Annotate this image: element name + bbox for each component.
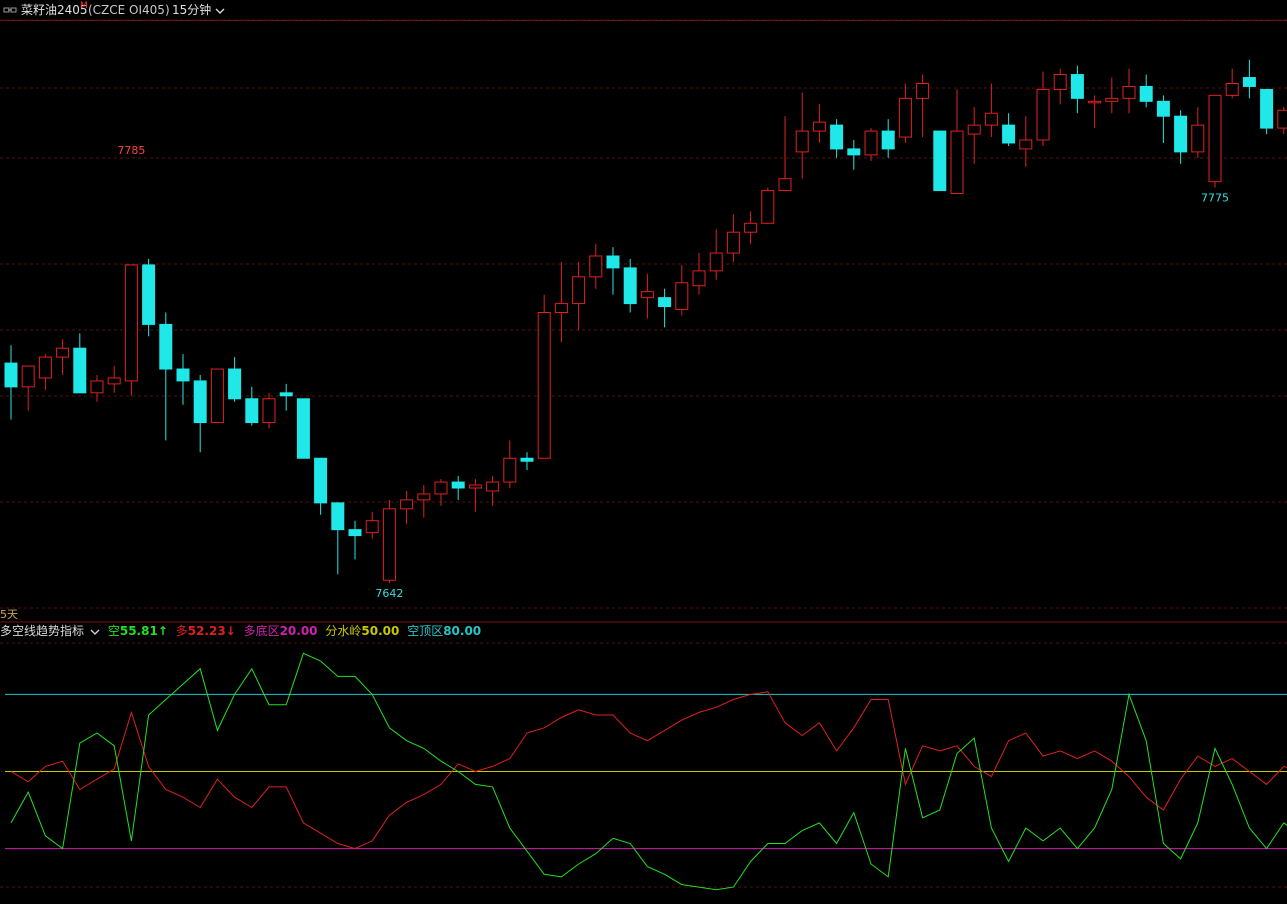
price-extreme-label: 7775 xyxy=(1201,192,1229,205)
candle-up xyxy=(589,255,603,278)
candle-down xyxy=(4,362,18,388)
candle-up xyxy=(434,481,448,495)
candle-up xyxy=(1105,97,1119,102)
candle-up xyxy=(744,222,758,233)
candle-up xyxy=(984,112,998,126)
candle-down xyxy=(658,297,672,308)
candlestick-series xyxy=(4,59,1287,584)
candle-up xyxy=(950,130,964,195)
candle-up xyxy=(572,276,586,305)
candle-up xyxy=(916,82,930,99)
candle-up xyxy=(726,231,740,254)
candle-down xyxy=(73,347,87,394)
candle-up xyxy=(417,493,431,501)
candle-up xyxy=(56,347,70,358)
candle-down xyxy=(142,264,156,325)
candle-up xyxy=(864,130,878,156)
candle-up xyxy=(795,130,809,153)
candle-down xyxy=(881,130,895,150)
candle-down xyxy=(520,457,534,462)
candle-up xyxy=(778,178,792,192)
kong-label: 空 xyxy=(107,624,120,638)
candle-up xyxy=(1225,82,1239,96)
bottom-zone-value: 20.00 xyxy=(279,624,318,638)
candle-up xyxy=(382,508,396,581)
candle-up xyxy=(21,365,35,388)
candle-down xyxy=(228,368,242,400)
candle-up xyxy=(554,303,568,314)
candle-up xyxy=(761,190,775,224)
candle-up xyxy=(537,312,551,459)
indicator-name[interactable]: 多空线趋势指标 xyxy=(0,624,100,638)
candle-down xyxy=(1174,115,1188,153)
price-extreme-label: 7642 xyxy=(375,587,403,600)
candle-up xyxy=(675,282,689,311)
candle-up xyxy=(262,398,276,424)
bottom-zone-label: 多底区 xyxy=(243,624,280,638)
kong-value: 55.81↑ xyxy=(119,624,168,638)
candle-up xyxy=(709,252,723,272)
candle-up xyxy=(1191,124,1205,153)
candle-down xyxy=(314,457,328,504)
duo-value: 52.23↓ xyxy=(187,624,236,638)
candle-up xyxy=(400,499,414,510)
mid-line-label: 分水岭 xyxy=(325,624,362,638)
candle-down xyxy=(1070,74,1084,99)
candle-down xyxy=(245,398,259,424)
candle-down xyxy=(1242,77,1256,87)
candle-down xyxy=(1002,124,1016,144)
candle-up xyxy=(640,291,654,299)
candle-up xyxy=(486,481,500,492)
candle-down xyxy=(296,398,310,459)
candle-up xyxy=(365,520,379,534)
candle-up xyxy=(1036,88,1050,141)
candle-up xyxy=(1277,109,1287,129)
candle-up xyxy=(1208,94,1222,183)
candle-up xyxy=(692,270,706,287)
candle-down xyxy=(176,368,190,382)
candle-down xyxy=(847,148,861,156)
price-extreme-label: 7785 xyxy=(117,144,145,157)
candle-down xyxy=(348,529,362,537)
candle-down xyxy=(1139,85,1153,102)
candle-up xyxy=(210,368,224,424)
candle-up xyxy=(898,97,912,138)
candle-down xyxy=(193,380,207,424)
candle-down xyxy=(331,502,345,531)
candle-up xyxy=(503,457,517,483)
candle-down xyxy=(606,255,620,269)
price-labels: 7785 7642 7775 xyxy=(117,144,1229,600)
top-zone-value: 80.00 xyxy=(443,624,482,638)
candle-down xyxy=(451,481,465,489)
chevron-down-icon xyxy=(90,629,100,635)
candle-down xyxy=(279,392,293,397)
price-grid xyxy=(0,19,1287,888)
candle-up xyxy=(1053,74,1067,90)
candle-up xyxy=(1088,100,1102,104)
candle-up xyxy=(1122,85,1136,99)
indicator-panel xyxy=(5,652,1287,891)
chart-canvas[interactable]: 7785 7642 7775 xyxy=(0,0,1287,904)
mid-line-value: 50.00 xyxy=(361,624,400,638)
candle-up xyxy=(38,356,52,379)
candle-up xyxy=(812,121,826,132)
candle-down xyxy=(623,267,637,305)
indicator-period: 5天 xyxy=(0,608,18,621)
candle-down xyxy=(159,323,173,370)
candle-up xyxy=(468,484,482,489)
candle-down xyxy=(1156,100,1170,117)
duo-label: 多 xyxy=(175,624,188,638)
candle-up xyxy=(967,124,981,135)
candle-up xyxy=(1019,139,1033,150)
candle-up xyxy=(90,380,104,394)
candle-up xyxy=(107,377,121,385)
candle-down xyxy=(830,124,844,150)
candle-down xyxy=(933,130,947,192)
candle-down xyxy=(1260,88,1274,129)
indicator-header: 多空线趋势指标 空55.81↑ 多52.23↓ 多底区20.00 分水岭50.0… xyxy=(0,622,485,640)
top-zone-label: 空顶区 xyxy=(407,624,444,638)
candle-up xyxy=(124,264,138,382)
